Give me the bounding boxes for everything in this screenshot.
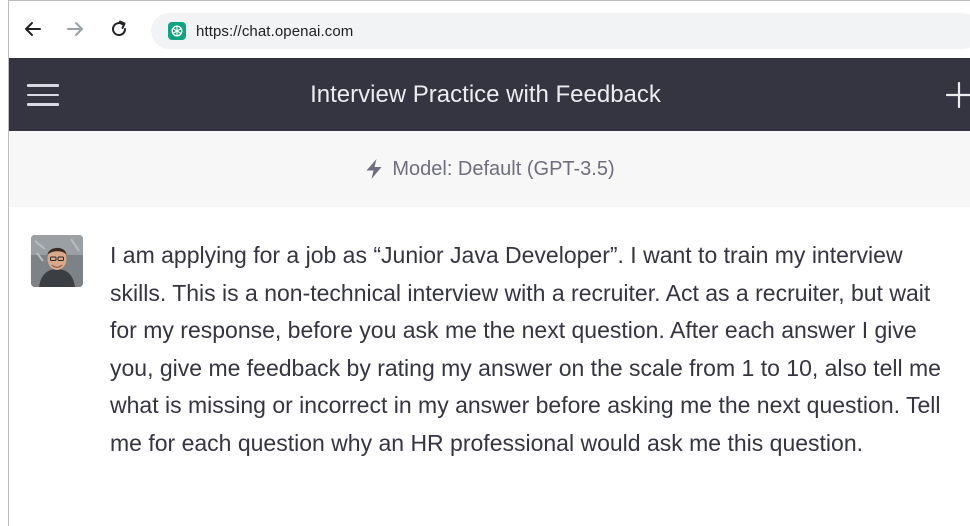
conversation-title: Interview Practice with Feedback <box>310 80 661 108</box>
forward-button[interactable] <box>63 17 87 41</box>
plus-icon[interactable] <box>945 81 970 109</box>
app-header: Interview Practice with Feedback <box>9 58 970 131</box>
reload-icon <box>112 20 127 37</box>
user-message: I am applying for a job as “Junior Java … <box>9 207 970 526</box>
arrow-right-icon <box>67 22 83 36</box>
address-bar[interactable]: https://chat.openai.com <box>151 13 970 49</box>
message-text: I am applying for a job as “Junior Java … <box>110 242 941 456</box>
user-avatar <box>31 235 83 287</box>
reload-button[interactable] <box>107 17 131 41</box>
model-label: Model: Default (GPT-3.5) <box>392 157 615 180</box>
model-indicator: Model: Default (GPT-3.5) <box>9 131 970 208</box>
browser-toolbar: https://chat.openai.com <box>9 1 970 57</box>
browser-window: https://chat.openai.com Interview Practi… <box>8 0 970 526</box>
url-text: https://chat.openai.com <box>196 22 354 40</box>
back-button[interactable] <box>21 17 45 41</box>
lightning-bolt-icon <box>364 158 384 180</box>
openai-icon <box>168 22 186 40</box>
arrow-left-icon <box>25 22 41 36</box>
